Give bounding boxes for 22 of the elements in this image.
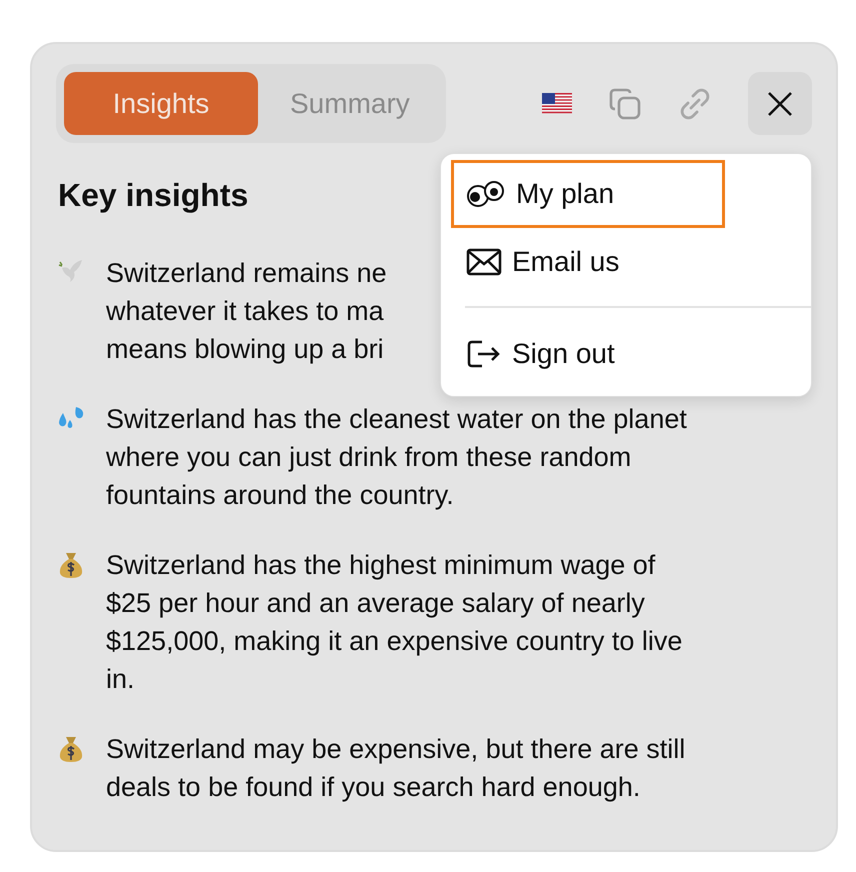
- flag-icon[interactable]: [542, 92, 572, 114]
- insight-text: means blowing up a bri: [106, 333, 385, 366]
- sign-out-icon: [466, 339, 502, 369]
- insight-text: whatever it takes to ma: [106, 295, 385, 328]
- eyes-icon: [466, 179, 506, 209]
- insight-text: $125,000, making it an expensive country to live: [106, 625, 682, 658]
- insight-text: Switzerland has the cleanest water on the planet: [106, 403, 687, 436]
- insight-text: in.: [106, 663, 136, 696]
- menu-item[interactable]: Email us: [451, 228, 725, 296]
- insight-text: where you can just drink from these random: [106, 441, 632, 474]
- insight-text: Switzerland remains ne: [106, 257, 387, 290]
- menu-item[interactable]: Sign out: [451, 320, 725, 388]
- insight-text: $25 per hour and an average salary of nearly: [106, 587, 646, 620]
- insight-text: Switzerland may be expensive, but there are still: [106, 733, 686, 766]
- insight-text: deals to be found if you search hard enough.: [106, 771, 642, 804]
- close-button[interactable]: [748, 72, 812, 135]
- close-icon: [767, 90, 793, 116]
- envelope-icon: [466, 248, 502, 276]
- section-heading: Key insights: [58, 177, 248, 214]
- insight-text: fountains around the country.: [106, 479, 455, 512]
- menu-item[interactable]: My plan: [451, 160, 725, 228]
- insight-text: Switzerland has the highest minimum wage of: [106, 549, 656, 582]
